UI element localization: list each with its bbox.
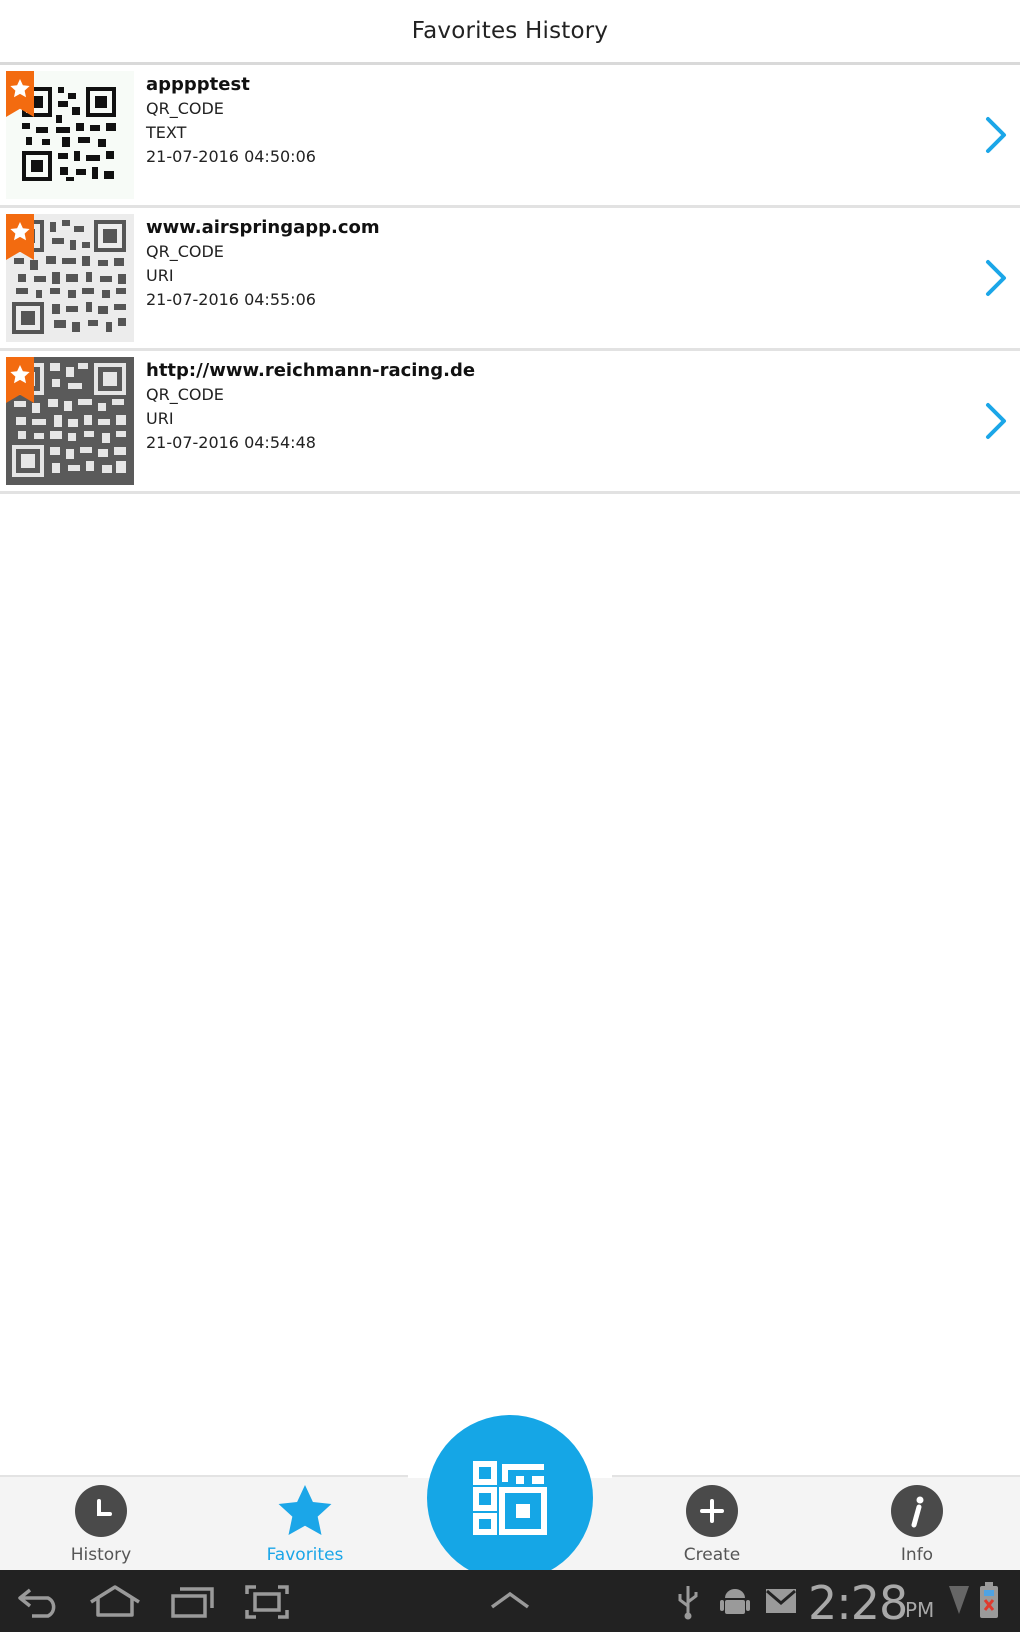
tab-create[interactable]: Create bbox=[652, 1485, 772, 1573]
list-item[interactable]: www.airspringapp.com QR_CODE URI 21-07-2… bbox=[0, 208, 1020, 351]
item-type: URI bbox=[146, 409, 174, 428]
favorites-list: apppptest QR_CODE TEXT 21-07-2016 04:50:… bbox=[0, 65, 1020, 494]
back-icon[interactable] bbox=[16, 1584, 62, 1618]
home-icon[interactable] bbox=[88, 1584, 142, 1618]
chevron-right-icon[interactable] bbox=[982, 115, 1010, 155]
item-type: URI bbox=[146, 266, 174, 285]
recents-icon[interactable] bbox=[170, 1584, 216, 1618]
item-date: 21-07-2016 04:50:06 bbox=[146, 147, 316, 166]
tab-favorites[interactable]: Favorites bbox=[245, 1485, 365, 1573]
app-header: Favorites History bbox=[0, 0, 1020, 65]
page-title: Favorites History bbox=[411, 18, 609, 44]
qr-scan-icon bbox=[473, 1461, 547, 1535]
info-icon bbox=[891, 1485, 943, 1537]
item-date: 21-07-2016 04:55:06 bbox=[146, 290, 316, 309]
item-format: QR_CODE bbox=[146, 99, 224, 118]
list-item[interactable]: http://www.reichmann-racing.de QR_CODE U… bbox=[0, 351, 1020, 494]
tab-history[interactable]: History bbox=[41, 1485, 161, 1573]
tab-favorites-label: Favorites bbox=[266, 1545, 344, 1565]
tab-create-label: Create bbox=[683, 1545, 741, 1565]
scan-button[interactable] bbox=[427, 1415, 593, 1581]
screenshot-icon[interactable] bbox=[244, 1584, 290, 1620]
item-name: http://www.reichmann-racing.de bbox=[146, 360, 476, 381]
item-name: apppptest bbox=[146, 74, 250, 95]
chevron-right-icon[interactable] bbox=[982, 258, 1010, 298]
list-item[interactable]: apppptest QR_CODE TEXT 21-07-2016 04:50:… bbox=[0, 65, 1020, 208]
item-type: TEXT bbox=[146, 123, 187, 142]
battery-icon bbox=[980, 1582, 998, 1618]
chevron-up-icon[interactable] bbox=[489, 1590, 531, 1610]
signal-icon bbox=[949, 1586, 969, 1614]
item-date: 21-07-2016 04:54:48 bbox=[146, 433, 316, 452]
plus-icon bbox=[686, 1485, 738, 1537]
android-icon bbox=[720, 1589, 750, 1614]
mail-icon bbox=[766, 1589, 796, 1613]
system-nav-bar: 2:28 PM bbox=[0, 1570, 1020, 1632]
usb-icon bbox=[678, 1586, 698, 1620]
system-clock: 2:28 bbox=[808, 1576, 908, 1630]
item-format: QR_CODE bbox=[146, 242, 224, 261]
star-icon bbox=[10, 79, 30, 98]
tab-info-label: Info bbox=[900, 1545, 934, 1565]
chevron-right-icon[interactable] bbox=[982, 401, 1010, 441]
system-ampm: PM bbox=[905, 1598, 935, 1622]
star-icon bbox=[10, 365, 30, 384]
star-icon bbox=[10, 222, 30, 241]
clock-icon bbox=[75, 1485, 127, 1537]
item-format: QR_CODE bbox=[146, 385, 224, 404]
star-icon bbox=[278, 1485, 332, 1535]
item-name: www.airspringapp.com bbox=[146, 217, 380, 238]
tab-history-label: History bbox=[70, 1545, 132, 1565]
tab-info[interactable]: Info bbox=[857, 1485, 977, 1573]
